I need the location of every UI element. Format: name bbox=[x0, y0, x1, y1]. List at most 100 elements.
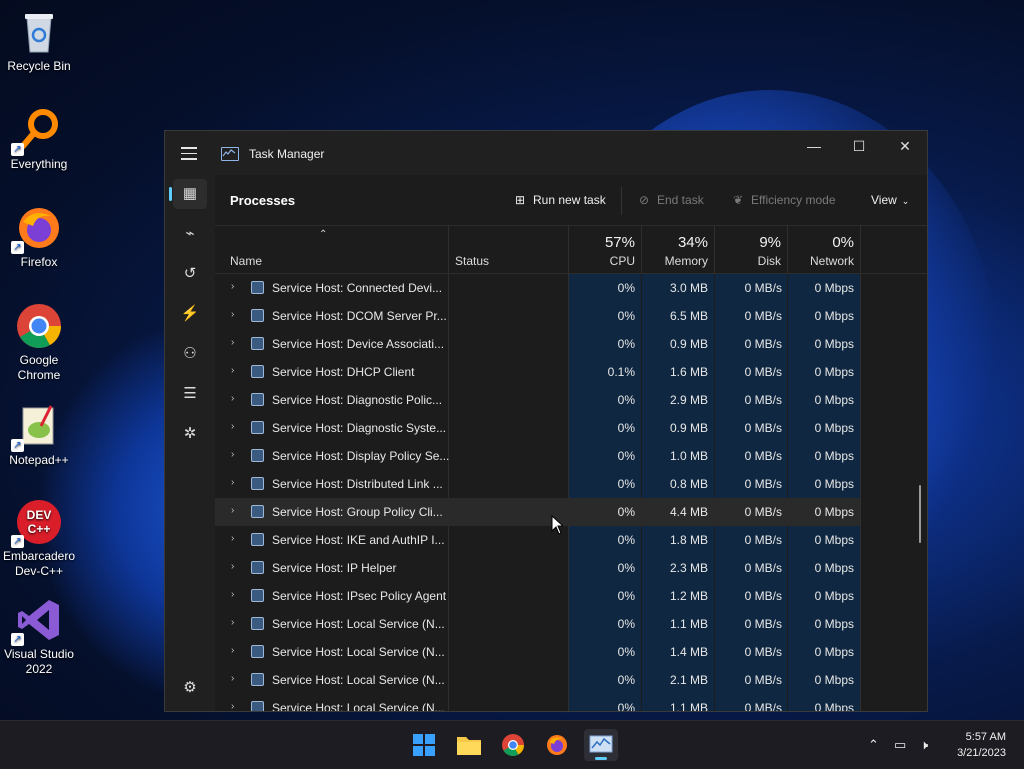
expand-chevron-icon[interactable]: › bbox=[231, 645, 234, 656]
taskbar-firefox[interactable] bbox=[540, 729, 574, 761]
process-memory: 1.6 MB bbox=[669, 365, 708, 379]
process-memory: 4.4 MB bbox=[669, 505, 708, 519]
process-row[interactable]: › Service Host: IP Helper 0% 2.3 MB 0 MB/s 0 … bbox=[215, 554, 860, 582]
nav-details-icon[interactable]: ☰ bbox=[173, 379, 207, 409]
process-name: Service Host: Device Associati... bbox=[272, 337, 445, 351]
view-dropdown[interactable]: View ⌄ bbox=[871, 193, 909, 207]
system-clock[interactable]: 5:57 AM 3/21/2023 bbox=[957, 729, 1006, 761]
expand-chevron-icon[interactable]: › bbox=[231, 421, 234, 432]
column-header-network[interactable]: 0% Network bbox=[788, 225, 860, 273]
service-host-icon bbox=[251, 673, 264, 686]
show-hidden-icons-chevron-up-icon[interactable]: ⌃ bbox=[868, 737, 879, 753]
run-new-task-icon: ⊞ bbox=[514, 193, 526, 207]
process-row[interactable]: › Service Host: Group Policy Cli... 0% 4.4 … bbox=[215, 498, 860, 526]
start-button[interactable] bbox=[407, 729, 441, 761]
process-row[interactable]: › Service Host: Local Service (N... 0% 1.1 … bbox=[215, 610, 860, 638]
hamburger-menu-icon[interactable] bbox=[181, 147, 197, 160]
expand-chevron-icon[interactable]: › bbox=[231, 617, 234, 628]
process-row[interactable]: › Service Host: Connected Devi... 0% 3.0 MB… bbox=[215, 274, 860, 302]
clock-time: 5:57 AM bbox=[965, 731, 1006, 743]
nav-processes-icon[interactable]: ▦ bbox=[169, 179, 207, 209]
expand-chevron-icon[interactable]: › bbox=[231, 561, 234, 572]
title-bar[interactable]: Task Manager — ☐ ✕ bbox=[165, 131, 927, 175]
run-new-task-button[interactable]: ⊞ Run new task bbox=[511, 193, 606, 207]
expand-chevron-icon[interactable]: › bbox=[231, 701, 234, 711]
end-task-button[interactable]: ⊘ End task bbox=[635, 193, 704, 207]
process-network: 0 Mbps bbox=[814, 617, 854, 631]
taskbar-chrome[interactable] bbox=[496, 729, 530, 761]
process-memory: 6.5 MB bbox=[669, 309, 708, 323]
desktop-icon-everything[interactable]: ↗ Everything bbox=[2, 106, 76, 172]
expand-chevron-icon[interactable]: › bbox=[231, 337, 234, 348]
process-network: 0 Mbps bbox=[814, 337, 854, 351]
desktop-icon-notepadpp[interactable]: ↗ Notepad++ bbox=[2, 402, 76, 468]
expand-chevron-icon[interactable]: › bbox=[231, 589, 234, 600]
desktop-icon-chrome[interactable]: Google Chrome bbox=[2, 302, 76, 383]
process-cpu: 0% bbox=[617, 281, 635, 295]
nav-startup-apps-icon[interactable]: ⚡ bbox=[173, 299, 207, 329]
taskbar-task-manager[interactable] bbox=[584, 729, 618, 761]
desktop-icon-firefox[interactable]: ↗ Firefox bbox=[2, 204, 76, 270]
maximize-button[interactable]: ☐ bbox=[837, 135, 881, 159]
volume-muted-icon[interactable]: 🕨 bbox=[920, 737, 928, 753]
efficiency-mode-button[interactable]: ❦ Efficiency mode bbox=[729, 193, 836, 207]
process-network: 0 Mbps bbox=[814, 505, 854, 519]
process-name: Service Host: DCOM Server Pr... bbox=[272, 309, 447, 323]
process-name: Service Host: IPsec Policy Agent bbox=[272, 589, 447, 603]
process-row[interactable]: › Service Host: DCOM Server Pr... 0% 6.5 MB… bbox=[215, 302, 860, 330]
network-icon[interactable]: ▭ bbox=[894, 737, 906, 753]
expand-chevron-icon[interactable]: › bbox=[231, 309, 234, 320]
expand-chevron-icon[interactable]: › bbox=[231, 449, 234, 460]
expand-chevron-icon[interactable]: › bbox=[231, 505, 234, 516]
expand-chevron-icon[interactable]: › bbox=[231, 477, 234, 488]
process-list: › Service Host: Connected Devi... 0% 3.0 MB… bbox=[215, 274, 927, 711]
process-network: 0 Mbps bbox=[814, 477, 854, 491]
desktop-icon-visual-studio[interactable]: ↗ Visual Studio 2022 bbox=[2, 596, 76, 677]
process-row[interactable]: › Service Host: Local Service (N... 0% 1.1 … bbox=[215, 694, 860, 711]
nav-users-icon[interactable]: ⚇ bbox=[173, 339, 207, 369]
desktop-icon-recycle-bin[interactable]: Recycle Bin bbox=[2, 8, 76, 74]
process-row[interactable]: › Service Host: Local Service (N... 0% 2.1 … bbox=[215, 666, 860, 694]
task-manager-icon bbox=[589, 735, 613, 753]
process-memory: 0.9 MB bbox=[669, 421, 708, 435]
process-row[interactable]: › Service Host: IPsec Policy Agent 0% 1.2 M… bbox=[215, 582, 860, 610]
expand-chevron-icon[interactable]: › bbox=[231, 393, 234, 404]
process-row[interactable]: › Service Host: DHCP Client 0.1% 1.6 MB 0 MB… bbox=[215, 358, 860, 386]
nav-services-icon[interactable]: ✲ bbox=[173, 419, 207, 449]
process-name: Service Host: Display Policy Se... bbox=[272, 449, 450, 463]
nav-settings-icon[interactable]: ⚙ bbox=[173, 673, 207, 703]
process-memory: 2.3 MB bbox=[669, 561, 708, 575]
process-row[interactable]: › Service Host: Distributed Link ... 0% 0.8… bbox=[215, 470, 860, 498]
process-name: Service Host: Connected Devi... bbox=[272, 281, 443, 295]
process-row[interactable]: › Service Host: Diagnostic Polic... 0% 2.9 … bbox=[215, 386, 860, 414]
nav-performance-icon[interactable]: ⌁ bbox=[173, 219, 207, 249]
visual-studio-icon: ↗ bbox=[11, 596, 63, 646]
nav-app-history-icon[interactable]: ↺ bbox=[173, 259, 207, 289]
expand-chevron-icon[interactable]: › bbox=[231, 365, 234, 376]
expand-chevron-icon[interactable]: › bbox=[231, 281, 234, 292]
close-button[interactable]: ✕ bbox=[883, 135, 927, 159]
column-header-memory[interactable]: 34% Memory bbox=[642, 225, 714, 273]
column-header-disk[interactable]: 9% Disk bbox=[715, 225, 787, 273]
process-row[interactable]: › Service Host: IKE and AuthIP I... 0% 1.8 … bbox=[215, 526, 860, 554]
process-row[interactable]: › Service Host: Local Service (N... 0% 1.4 … bbox=[215, 638, 860, 666]
vertical-scrollbar-thumb[interactable] bbox=[919, 485, 921, 543]
expand-chevron-icon[interactable]: › bbox=[231, 533, 234, 544]
expand-chevron-icon[interactable]: › bbox=[231, 673, 234, 684]
process-row[interactable]: › Service Host: Diagnostic Syste... 0% 0.9 … bbox=[215, 414, 860, 442]
process-network: 0 Mbps bbox=[814, 365, 854, 379]
process-row[interactable]: › Service Host: Device Associati... 0% 0.9 … bbox=[215, 330, 860, 358]
column-header-status[interactable]: Status bbox=[449, 225, 568, 273]
task-manager-window: Task Manager — ☐ ✕ ▦ ⌁ ↺ ⚡ ⚇ ☰ ✲ ⚙ Proce… bbox=[164, 130, 928, 712]
service-host-icon bbox=[251, 561, 264, 574]
devcpp-icon: DEV C++ ↗ bbox=[11, 498, 63, 548]
minimize-button[interactable]: — bbox=[792, 135, 836, 159]
process-network: 0 Mbps bbox=[814, 589, 854, 603]
desktop-icon-devcpp[interactable]: DEV C++ ↗ Embarcadero Dev-C++ bbox=[2, 498, 76, 579]
process-row[interactable]: › Service Host: Display Policy Se... 0% 1.0… bbox=[215, 442, 860, 470]
taskbar-file-explorer[interactable] bbox=[452, 729, 486, 761]
column-header-cpu[interactable]: 57% CPU bbox=[569, 225, 641, 273]
mouse-cursor-icon bbox=[551, 515, 563, 535]
process-cpu: 0% bbox=[617, 701, 635, 711]
column-header-name[interactable]: Name bbox=[215, 225, 448, 273]
